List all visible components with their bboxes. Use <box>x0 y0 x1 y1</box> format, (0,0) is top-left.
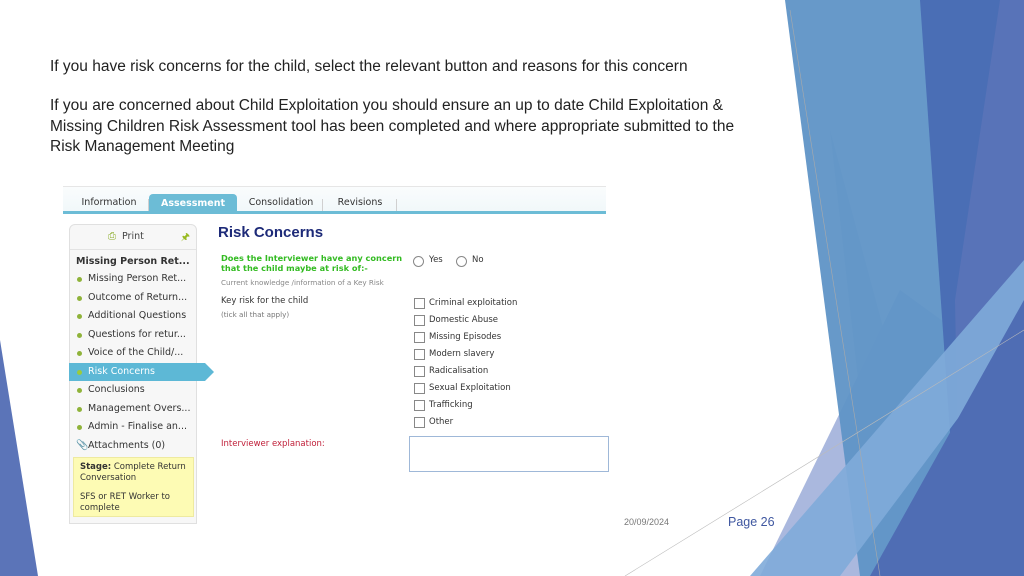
sidebar-item-label: Admin - Finalise an... <box>88 421 187 432</box>
stage-info-box: Stage: Complete Return Conversation SFS … <box>73 457 194 517</box>
slide-date: 20/09/2024 <box>624 517 670 527</box>
pin-icon[interactable]: 🖈 <box>181 230 190 247</box>
checkbox-label: Criminal exploitation <box>429 298 518 308</box>
sidebar-item-missing-person[interactable]: Missing Person Ret... <box>70 270 196 289</box>
sidebar-item-outcome[interactable]: Outcome of Return... <box>70 289 196 308</box>
key-risk-hint: (tick all that apply) <box>221 310 290 319</box>
bullet-icon <box>77 388 82 393</box>
checkbox-domestic-abuse[interactable] <box>414 315 425 326</box>
app-screenshot: Information Assessment Consolidation Rev… <box>63 186 609 524</box>
sidebar-item-label: Risk Concerns <box>88 365 155 377</box>
sidebar-item-management-oversight[interactable]: Management Overs... <box>70 400 196 419</box>
stage-note: SFS or RET Worker to complete <box>80 492 170 513</box>
radio-yes-label: Yes <box>429 255 443 265</box>
bullet-icon <box>77 314 82 319</box>
instruction-paragraph: If you are concerned about Child Exploit… <box>50 97 735 155</box>
concern-question: Does the Interviewer have any concern th… <box>221 253 403 273</box>
checkbox-radicalisation[interactable] <box>414 366 425 377</box>
tab-assessment[interactable]: Assessment <box>149 194 237 214</box>
bullet-icon <box>77 369 82 375</box>
checkbox-criminal-exploitation[interactable] <box>414 298 425 309</box>
left-blue-shape <box>0 340 38 576</box>
sidebar-item-conclusions[interactable]: Conclusions <box>70 381 196 400</box>
bullet-icon <box>77 351 82 356</box>
sidebar-item-voice-of-child[interactable]: Voice of the Child/... <box>70 344 196 363</box>
sidebar-item-questions-for-return[interactable]: Questions for retur... <box>70 326 196 345</box>
checkbox-missing-episodes[interactable] <box>414 332 425 343</box>
sidebar-item-attachments[interactable]: 📎 Attachments (0) <box>70 437 196 456</box>
bullet-icon <box>77 406 82 412</box>
sidebar-item-risk-concerns[interactable]: Risk Concerns <box>69 362 214 381</box>
radio-yes[interactable] <box>413 256 424 267</box>
explanation-textarea[interactable] <box>409 436 609 472</box>
instruction-line: If you have risk concerns for the child,… <box>50 58 688 75</box>
bullet-icon <box>77 277 82 282</box>
checkbox-trafficking[interactable] <box>414 400 425 411</box>
sidebar-heading: Missing Person Ret... <box>76 256 190 267</box>
page-title: Risk Concerns <box>218 224 324 241</box>
checkbox-label: Domestic Abuse <box>429 315 499 325</box>
tab-information[interactable]: Information <box>73 193 149 213</box>
tab-revisions[interactable]: Revisions <box>327 193 397 213</box>
sidebar-item-label: Conclusions <box>88 384 145 395</box>
concern-question-hint: Current knowledge /information of a Key … <box>221 278 384 287</box>
checkbox-label: Missing Episodes <box>429 332 502 342</box>
sidebar-item-label: Additional Questions <box>88 310 187 321</box>
checkbox-label: Modern slavery <box>429 349 495 359</box>
paperclip-icon: 📎 <box>76 439 89 451</box>
stage-label: Stage: <box>80 462 112 472</box>
bullet-icon <box>77 425 82 430</box>
checkbox-label: Radicalisation <box>429 366 489 376</box>
checkbox-modern-slavery[interactable] <box>414 349 425 360</box>
sidebar-item-label: Questions for retur... <box>88 328 186 340</box>
sidebar: ⎙ Print 🖈 Missing Person Ret... Missing … <box>69 224 214 524</box>
sidebar-item-label: Missing Person Ret... <box>88 273 187 284</box>
checkbox-label: Sexual Exploitation <box>429 383 511 393</box>
checkbox-sexual-exploitation[interactable] <box>414 383 425 394</box>
checkbox-other[interactable] <box>414 417 425 428</box>
printer-icon: ⎙ <box>108 231 116 242</box>
tab-consolidation[interactable]: Consolidation <box>243 193 323 213</box>
page-number: Page 26 <box>728 515 775 529</box>
radio-no[interactable] <box>456 256 467 267</box>
bullet-icon <box>77 295 82 301</box>
print-label: Print <box>122 231 144 242</box>
print-button[interactable]: ⎙ Print 🖈 <box>70 225 196 250</box>
bullet-icon <box>77 332 82 338</box>
sidebar-item-label: Outcome of Return... <box>88 291 188 303</box>
checkbox-label: Trafficking <box>429 400 473 410</box>
radio-no-label: No <box>472 255 484 265</box>
key-risk-label: Key risk for the child <box>221 296 309 306</box>
sidebar-item-label: Management Overs... <box>88 402 191 414</box>
sidebar-item-admin-finalise[interactable]: Admin - Finalise an... <box>70 418 196 437</box>
sidebar-item-label: Voice of the Child/... <box>88 347 184 358</box>
sidebar-item-label: Attachments (0) <box>88 439 166 451</box>
explanation-label: Interviewer explanation: <box>221 439 325 449</box>
tab-bar: Information Assessment Consolidation Rev… <box>63 186 606 214</box>
checkbox-label: Other <box>429 417 454 427</box>
sidebar-item-additional-questions[interactable]: Additional Questions <box>70 307 196 326</box>
